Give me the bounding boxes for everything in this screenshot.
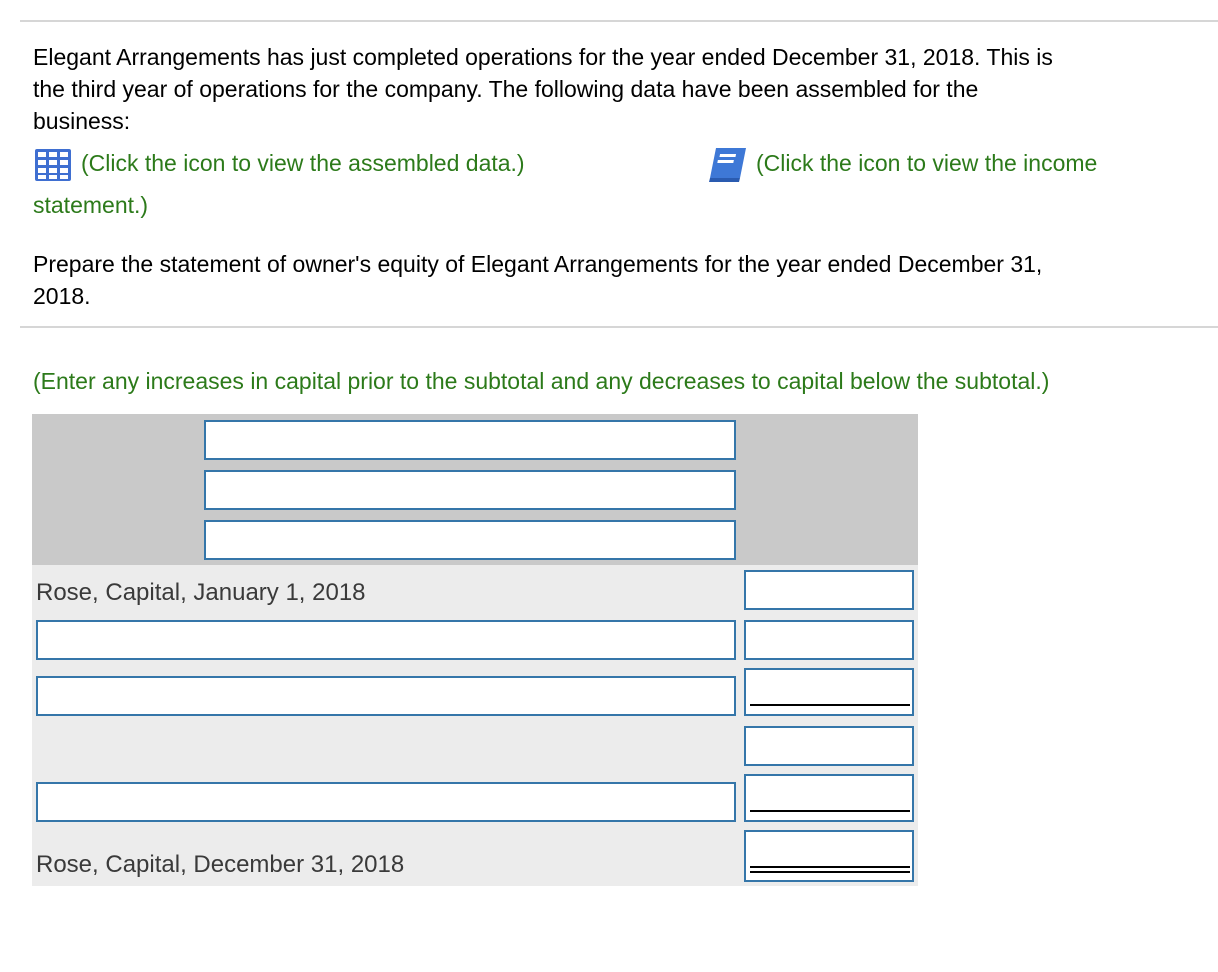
- statement-title-input[interactable]: [204, 470, 736, 510]
- intro-line-2: the third year of operations for the com…: [33, 76, 979, 102]
- instruction-text: (Enter any increases in capital prior to…: [33, 368, 1050, 394]
- decrease-1-amount[interactable]: [744, 774, 914, 822]
- double-underline-top: [750, 866, 910, 868]
- increase-1-label-input[interactable]: [36, 620, 736, 660]
- increase-2-label-input[interactable]: [36, 676, 736, 716]
- ending-capital-amount[interactable]: [744, 830, 914, 882]
- beginning-capital-amount[interactable]: [744, 570, 914, 610]
- subtotal-amount[interactable]: [744, 726, 914, 766]
- task-text: Prepare the statement of owner's equity …: [33, 248, 1042, 312]
- decrease-1-label-input[interactable]: [36, 782, 736, 822]
- mid-divider: [20, 326, 1218, 328]
- task-line-2: 2018.: [33, 283, 91, 309]
- double-underline-bottom: [750, 871, 910, 873]
- decrease-1-amount-wrap: [744, 774, 914, 822]
- single-underline: [750, 810, 910, 812]
- ending-capital-amount-wrap: [744, 830, 914, 882]
- top-divider: [20, 20, 1218, 22]
- increase-2-amount-wrap: [744, 668, 914, 716]
- ending-capital-label: Rose, Capital, December 31, 2018: [36, 851, 405, 878]
- intro-line-3: business:: [33, 108, 131, 134]
- beginning-capital-label: Rose, Capital, January 1, 2018: [36, 579, 366, 606]
- spreadsheet-grid-icon[interactable]: [34, 148, 72, 182]
- assembled-data-link[interactable]: (Click the icon to view the assembled da…: [81, 147, 525, 179]
- intro-line-1: Elegant Arrangements has just completed …: [33, 44, 1053, 70]
- increase-2-amount[interactable]: [744, 668, 914, 716]
- task-line-1: Prepare the statement of owner's equity …: [33, 251, 1043, 277]
- company-name-input[interactable]: [204, 420, 736, 460]
- income-statement-link[interactable]: (Click the icon to view the income: [756, 147, 1097, 179]
- single-underline: [750, 704, 910, 706]
- increase-1-amount[interactable]: [744, 620, 914, 660]
- income-statement-link-cont[interactable]: statement.): [33, 189, 148, 221]
- problem-intro: Elegant Arrangements has just completed …: [33, 41, 1053, 137]
- statement-date-input[interactable]: [204, 520, 736, 560]
- book-icon[interactable]: [706, 144, 750, 184]
